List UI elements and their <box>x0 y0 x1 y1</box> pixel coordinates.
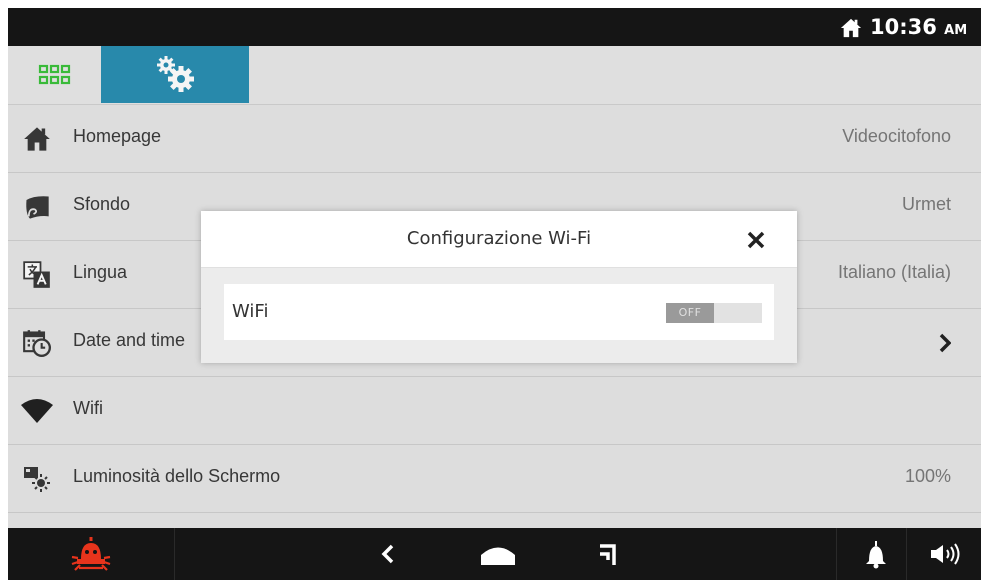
home-icon <box>840 18 862 38</box>
volume-icon <box>931 543 960 565</box>
wifi-config-dialog: Configurazione Wi-Fi WiFi OFF <box>201 211 797 363</box>
alarm-button[interactable] <box>8 528 174 580</box>
recent-apps-button[interactable] <box>578 528 638 580</box>
bell-icon <box>866 541 886 569</box>
clock: 10:36 AM <box>870 15 967 39</box>
bell-button[interactable] <box>846 528 906 580</box>
back-button[interactable] <box>358 528 418 580</box>
wifi-toggle[interactable]: OFF <box>666 303 762 323</box>
home-button[interactable] <box>468 528 528 580</box>
toggle-state: OFF <box>666 303 714 323</box>
nav-separator <box>836 528 837 580</box>
wifi-setting: WiFi OFF <box>224 284 774 340</box>
back-icon <box>381 544 394 564</box>
alarm-icon <box>71 537 111 571</box>
nav-separator <box>174 528 175 580</box>
status-bar: 10:36 AM <box>8 8 981 46</box>
nav-separator <box>906 528 907 580</box>
close-icon[interactable] <box>746 230 766 250</box>
nav-bar <box>8 528 981 580</box>
home-icon <box>481 547 515 565</box>
dialog-header: Configurazione Wi-Fi <box>201 211 797 268</box>
dialog-title: Configurazione Wi-Fi <box>406 228 592 249</box>
dialog-body: WiFi OFF <box>201 268 797 363</box>
recent-apps-icon <box>600 544 616 565</box>
volume-button[interactable] <box>916 528 976 580</box>
wifi-label: WiFi <box>232 301 269 322</box>
screen: 10:36 AM Homepage Videocitofono Sfondo U… <box>8 8 981 580</box>
clock-ampm: AM <box>944 23 968 38</box>
clock-time: 10:36 <box>870 15 937 39</box>
